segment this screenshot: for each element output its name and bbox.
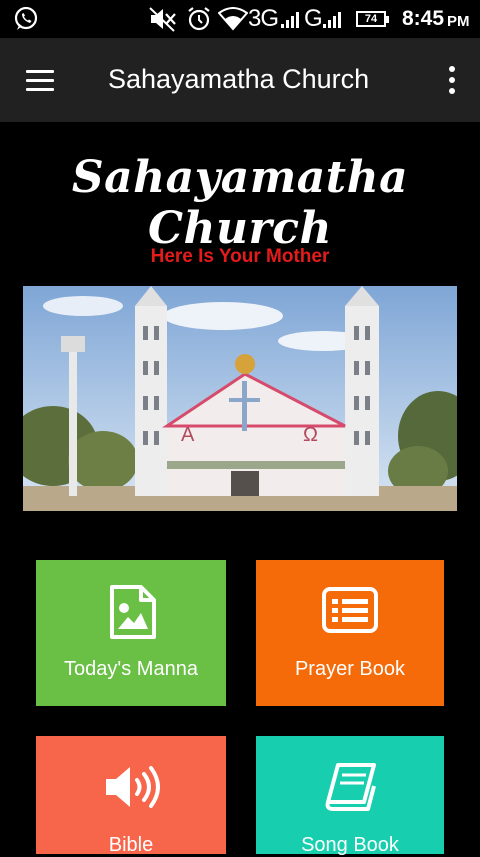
battery-level: 74 <box>364 13 378 25</box>
song-book-tile[interactable]: Song Book <box>256 736 444 856</box>
app-bar-title: Sahayamatha Church <box>108 64 370 94</box>
omega-letter: Ω <box>303 424 318 446</box>
list-icon <box>322 587 378 638</box>
clock: 8:45 PM <box>402 0 470 38</box>
clock-time: 8:45 <box>402 7 445 30</box>
wifi-icon <box>218 0 248 38</box>
signal-icon <box>322 0 342 38</box>
hamburger-menu-icon[interactable] <box>24 68 58 94</box>
battery-icon: 74 <box>356 0 389 38</box>
church-photo: A Ω <box>23 286 457 511</box>
book-icon <box>324 762 378 817</box>
app-bar: Sahayamatha Church <box>0 38 480 122</box>
tile-label: Today's Manna <box>64 658 198 680</box>
more-vert-icon[interactable] <box>444 66 460 96</box>
network-3g-label: 3G <box>248 5 279 32</box>
signal-icon <box>280 0 300 38</box>
speaker-icon <box>104 764 160 815</box>
tile-label: Prayer Book <box>294 658 406 680</box>
network-g-label: G <box>304 5 323 32</box>
todays-manna-tile[interactable]: Today's Manna <box>36 560 226 706</box>
mute-icon <box>148 0 178 38</box>
alpha-letter: A <box>181 424 195 446</box>
alarm-icon <box>186 0 212 38</box>
whatsapp-icon <box>12 0 40 38</box>
image-file-icon <box>109 584 157 645</box>
clock-ampm: PM <box>447 12 470 30</box>
tagline: Here Is Your Mother <box>150 246 330 267</box>
status-bar: 3G G 74 8:45 PM <box>0 0 480 38</box>
prayer-book-tile[interactable]: Prayer Book <box>256 560 444 706</box>
hero-title: Sahayamatha Church <box>71 152 409 254</box>
bible-tile[interactable]: Bible <box>36 736 226 856</box>
